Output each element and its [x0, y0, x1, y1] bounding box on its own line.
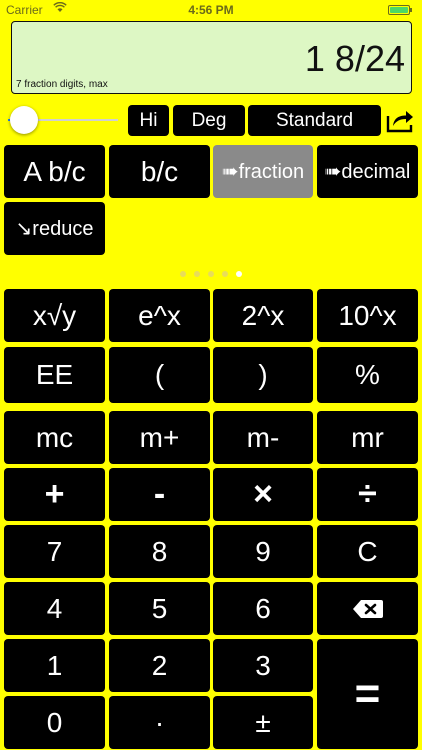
- a-b-c-button[interactable]: A b/c: [4, 145, 105, 198]
- key-x-root-y[interactable]: x√y: [4, 289, 105, 342]
- status-time: 4:56 PM: [188, 3, 234, 17]
- key-divide[interactable]: ÷: [317, 468, 418, 521]
- key-3[interactable]: 3: [213, 639, 313, 692]
- key-5[interactable]: 5: [109, 582, 210, 635]
- reduce-button[interactable]: ↘reduce: [4, 202, 105, 255]
- key-0[interactable]: 0: [4, 696, 105, 749]
- share-icon[interactable]: [385, 106, 415, 134]
- key-2[interactable]: 2: [109, 639, 210, 692]
- deg-button[interactable]: Deg: [173, 105, 245, 136]
- key-mr[interactable]: mr: [317, 411, 418, 464]
- page-dot[interactable]: [180, 271, 186, 277]
- key-ee[interactable]: EE: [4, 347, 105, 403]
- key-clear[interactable]: C: [317, 525, 418, 578]
- page-dot[interactable]: [194, 271, 200, 277]
- key-6[interactable]: 6: [213, 582, 313, 635]
- page-dot-active[interactable]: [236, 271, 242, 277]
- status-bar: Carrier 4:56 PM: [0, 0, 422, 20]
- b-c-button[interactable]: b/c: [109, 145, 210, 198]
- key-7[interactable]: 7: [4, 525, 105, 578]
- battery-icon: [388, 5, 412, 15]
- standard-mode-button[interactable]: Standard: [248, 105, 381, 136]
- fraction-digits-note: 7 fraction digits, max: [16, 79, 108, 90]
- key-4[interactable]: 4: [4, 582, 105, 635]
- key-mc[interactable]: mc: [4, 411, 105, 464]
- key-multiply[interactable]: ×: [213, 468, 313, 521]
- key-1[interactable]: 1: [4, 639, 105, 692]
- backspace-button[interactable]: [317, 582, 418, 635]
- page-dot[interactable]: [222, 271, 228, 277]
- key-8[interactable]: 8: [109, 525, 210, 578]
- slider-thumb[interactable]: [10, 106, 38, 134]
- page-dot[interactable]: [208, 271, 214, 277]
- key-equals[interactable]: =: [317, 639, 418, 749]
- key-e-power-x[interactable]: e^x: [109, 289, 210, 342]
- key-add[interactable]: +: [4, 468, 105, 521]
- key-open-paren[interactable]: (: [109, 347, 210, 403]
- calculator-display: 1 8/24 7 fraction digits, max: [11, 21, 412, 94]
- to-decimal-button[interactable]: ➠decimal: [317, 145, 418, 198]
- key-10-power-x[interactable]: 10^x: [317, 289, 418, 342]
- key-percent[interactable]: %: [317, 347, 418, 403]
- key-plus-minus[interactable]: ±: [213, 696, 313, 749]
- backspace-icon: [352, 599, 384, 619]
- key-m-plus[interactable]: m+: [109, 411, 210, 464]
- key-subtract[interactable]: -: [109, 468, 210, 521]
- page-indicator[interactable]: [0, 264, 422, 277]
- key-decimal-point[interactable]: ·: [109, 696, 210, 749]
- key-m-minus[interactable]: m-: [213, 411, 313, 464]
- key-close-paren[interactable]: ): [213, 347, 313, 403]
- to-fraction-button[interactable]: ➠fraction: [213, 145, 313, 198]
- precision-slider[interactable]: [24, 119, 118, 121]
- key-2-power-x[interactable]: 2^x: [213, 289, 313, 342]
- key-9[interactable]: 9: [213, 525, 313, 578]
- display-value: 1 8/24: [304, 38, 405, 79]
- hi-button[interactable]: Hi: [128, 105, 169, 136]
